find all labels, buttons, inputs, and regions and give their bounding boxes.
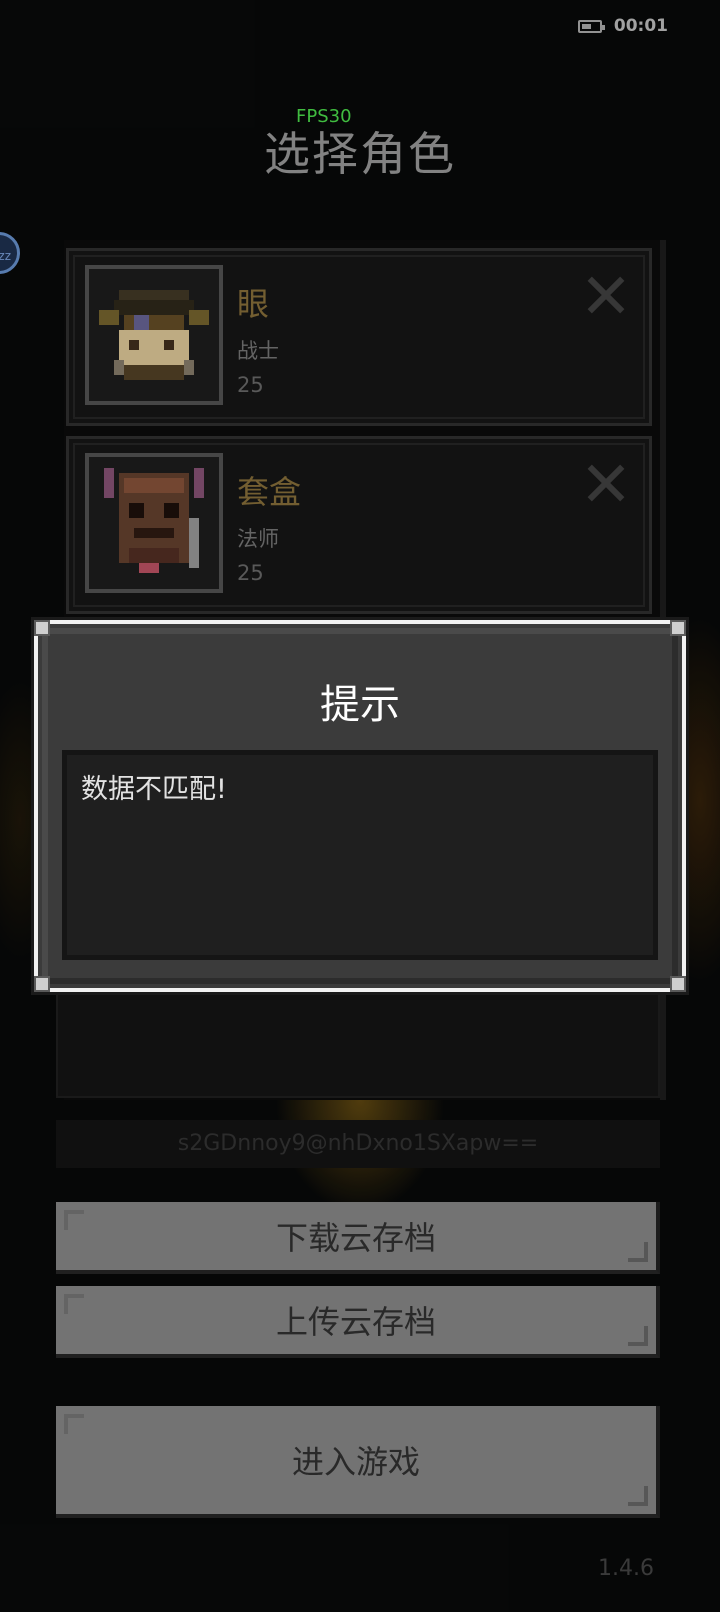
alert-dialog[interactable]: 提示 数据不匹配! — [34, 620, 686, 992]
dialog-message-box: 数据不匹配! — [62, 750, 658, 960]
dialog-message: 数据不匹配! — [81, 774, 227, 805]
dialog-title: 提示 — [320, 682, 400, 728]
